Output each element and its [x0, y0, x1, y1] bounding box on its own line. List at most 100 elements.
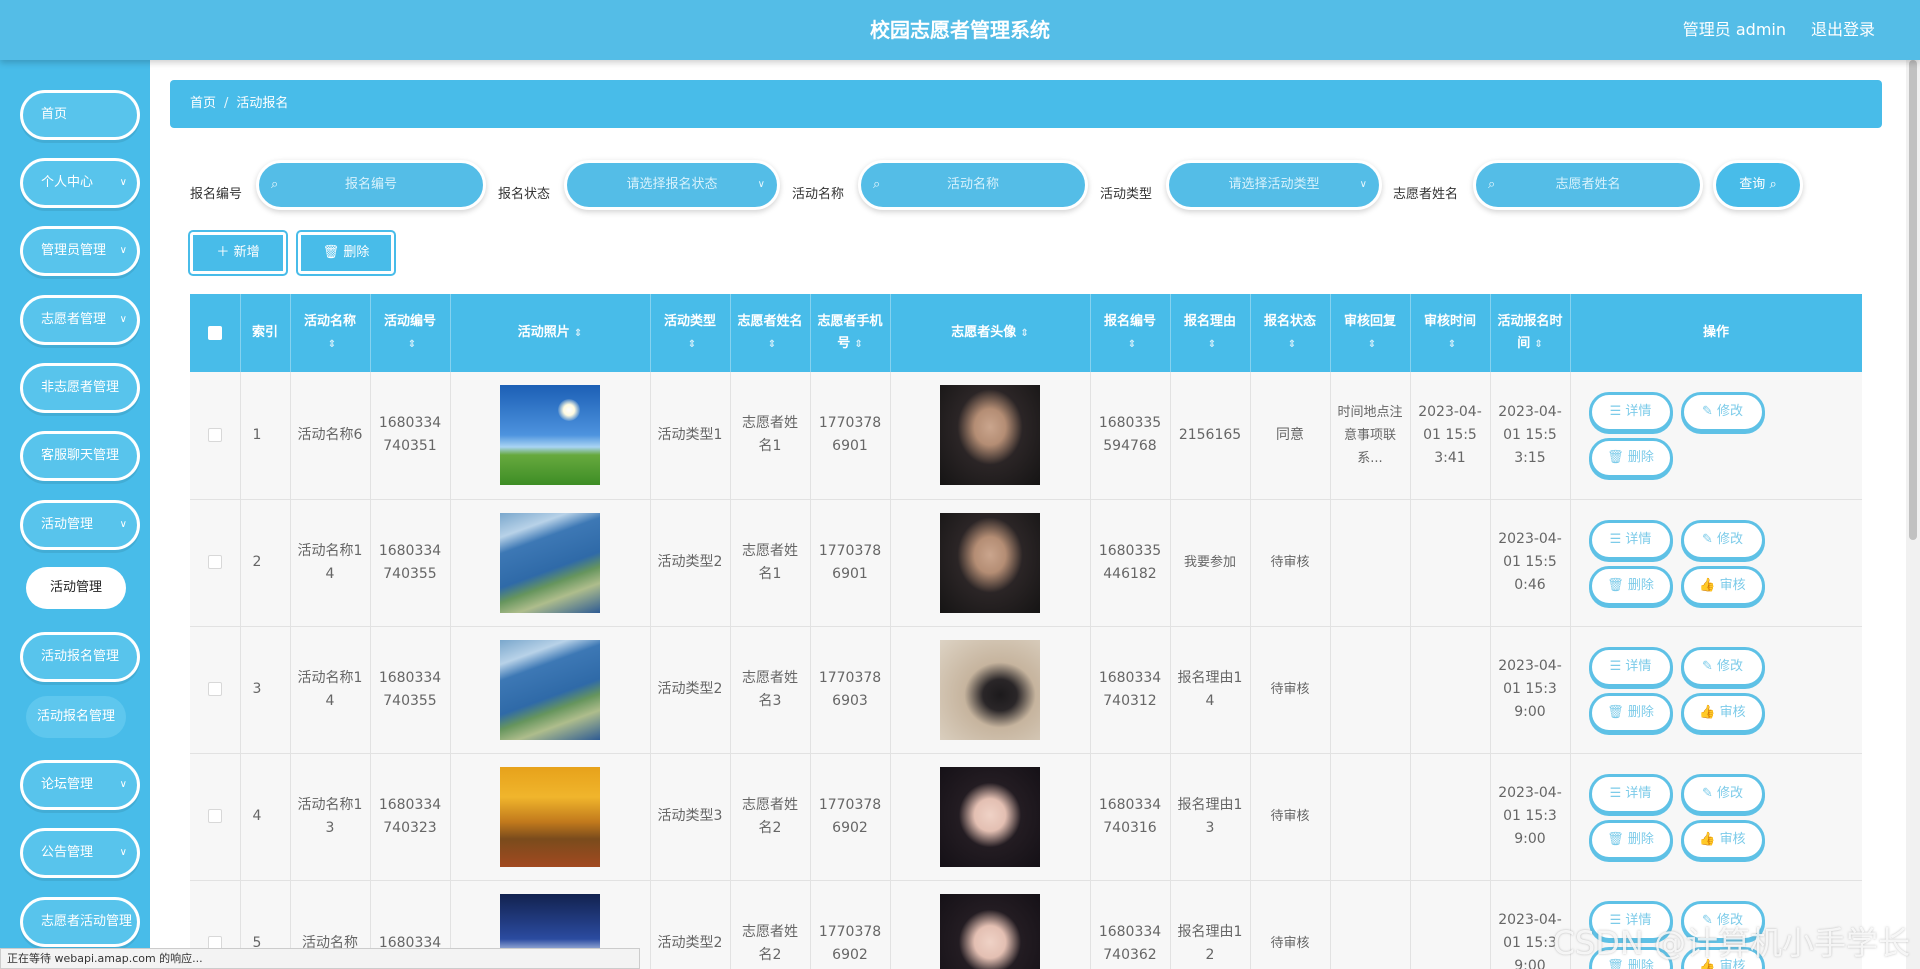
header-volunteer-name[interactable]: 志愿者姓名⇕: [730, 294, 811, 372]
edit-button[interactable]: ✎ 修改: [1680, 392, 1765, 433]
sort-icon[interactable]: ⇕: [1288, 339, 1296, 350]
activity-photo[interactable]: [500, 512, 600, 613]
detail-button[interactable]: ☰ 详情: [1588, 519, 1673, 560]
header-audit-reply[interactable]: 审核回复 ⇕: [1330, 294, 1411, 372]
row-checkbox[interactable]: [207, 555, 222, 569]
cell-volunteer-name: 志愿者姓名1: [730, 499, 811, 627]
sort-icon[interactable]: ⇕: [1534, 339, 1542, 350]
sort-icon[interactable]: ⇕: [1368, 339, 1376, 350]
cell-activity-code: 1680334740355: [370, 499, 451, 627]
volunteer-avatar[interactable]: [940, 766, 1040, 867]
sort-icon[interactable]: ⇕: [408, 339, 416, 350]
sort-icon[interactable]: ⇕: [854, 339, 862, 350]
sidebar-item-notice-management[interactable]: 公告管理 ∨: [20, 828, 140, 878]
header-activity-name[interactable]: 活动名称 ⇕: [290, 294, 371, 372]
sidebar-item-volunteer-management[interactable]: 志愿者管理 ∨: [20, 295, 140, 345]
document-icon: ☰: [1609, 658, 1622, 674]
sort-icon[interactable]: ⇕: [688, 339, 696, 350]
delete-button[interactable]: 🗑 删除: [1588, 438, 1673, 479]
header-activity-code[interactable]: 活动编号 ⇕: [370, 294, 451, 372]
edit-button[interactable]: ✎ 修改: [1680, 773, 1765, 814]
sidebar-subitem-activity-signup-management[interactable]: 活动报名管理: [26, 696, 126, 738]
table-header-row: 索引 活动名称 ⇕ 活动编号 ⇕ 活动照片 ⇕ 活动类型 ⇕ 志愿者姓名⇕ 志愿者手机号…: [190, 294, 1862, 372]
activity-photo[interactable]: [500, 385, 600, 486]
select-all-checkbox[interactable]: [207, 325, 222, 340]
sidebar-item-personal-center[interactable]: 个人中心 ∨: [20, 158, 140, 208]
top-bar: 校园志愿者管理系统 管理员 admin 退出登录: [0, 0, 1920, 60]
activity-photo[interactable]: [500, 766, 600, 867]
batch-delete-button[interactable]: 🗑 删除: [298, 232, 394, 274]
cell-volunteer-name: 志愿者姓名2: [730, 753, 811, 881]
sort-icon[interactable]: ⇕: [328, 339, 336, 350]
header-activity-type[interactable]: 活动类型 ⇕: [650, 294, 731, 372]
cell-operations: ☰ 详情 ✎ 修改🗑 删除: [1570, 372, 1862, 500]
breadcrumb-home[interactable]: 首页: [190, 96, 216, 111]
cell-signup-status: 待审核: [1250, 880, 1331, 969]
header-signup-reason[interactable]: 报名理由 ⇕: [1170, 294, 1251, 372]
header-signup-status[interactable]: 报名状态 ⇕: [1250, 294, 1331, 372]
pencil-icon: ✎: [1701, 404, 1713, 420]
audit-button[interactable]: 👍 审核: [1680, 692, 1765, 733]
cell-activity-name: 活动名称6: [290, 372, 371, 500]
sidebar-item-admin-management[interactable]: 管理员管理 ∨: [20, 226, 140, 276]
sort-icon[interactable]: ⇕: [768, 339, 776, 350]
detail-button[interactable]: ☰ 详情: [1588, 773, 1673, 814]
row-checkbox[interactable]: [207, 809, 222, 823]
sidebar-item-activity-signup-management[interactable]: 活动报名管理: [20, 632, 140, 682]
sidebar-item-activity-management[interactable]: 活动管理 ∨: [20, 500, 140, 550]
filter-label-activity-type: 活动类型: [1100, 187, 1153, 202]
volunteer-name-input[interactable]: ⌕ 志愿者姓名: [1473, 160, 1703, 210]
header-apply-time[interactable]: 活动报名时间 ⇕: [1490, 294, 1571, 372]
page-scrollbar[interactable]: [1906, 60, 1920, 969]
header-activity-photo[interactable]: 活动照片 ⇕: [450, 294, 651, 372]
add-button[interactable]: ＋ 新增: [190, 232, 286, 274]
sort-icon[interactable]: ⇕: [1128, 339, 1136, 350]
detail-button[interactable]: ☰ 详情: [1588, 646, 1673, 687]
sidebar-item-volunteer-activity-management[interactable]: 志愿者活动管理: [20, 897, 140, 947]
logout-link[interactable]: 退出登录: [1811, 0, 1875, 60]
cell-activity-type: 活动类型2: [650, 880, 731, 969]
sidebar-item-home[interactable]: 首页: [20, 90, 140, 140]
sidebar-item-chat-management[interactable]: 客服聊天管理: [20, 431, 140, 481]
chevron-down-icon: ∨: [119, 314, 127, 325]
row-checkbox[interactable]: [207, 427, 222, 442]
header-volunteer-phone[interactable]: 志愿者手机号 ⇕: [810, 294, 891, 372]
signup-number-input[interactable]: ⌕ 报名编号: [256, 160, 486, 210]
header-audit-time[interactable]: 审核时间 ⇕: [1410, 294, 1491, 372]
sidebar-item-forum-management[interactable]: 论坛管理 ∨: [20, 760, 140, 810]
signup-status-select[interactable]: 请选择报名状态 ∨: [564, 160, 780, 210]
activity-name-input[interactable]: ⌕ 活动名称: [858, 160, 1088, 210]
header-operations: 操作: [1570, 294, 1862, 372]
table-row: 1 活动名称6 1680334740351 活动类型1 志愿者姓名1 17703…: [190, 372, 1862, 500]
audit-button[interactable]: 👍 审核: [1680, 565, 1765, 606]
sort-icon[interactable]: ⇕: [574, 328, 582, 339]
sort-icon[interactable]: ⇕: [1020, 328, 1028, 339]
document-icon: ☰: [1609, 531, 1622, 547]
query-button[interactable]: 查询 ⌕: [1713, 160, 1803, 210]
volunteer-avatar[interactable]: [940, 893, 1040, 969]
delete-button[interactable]: 🗑 删除: [1588, 565, 1673, 606]
scrollbar-thumb[interactable]: [1909, 60, 1917, 540]
row-checkbox[interactable]: [207, 682, 222, 696]
sidebar-subitem-activity-management[interactable]: 活动管理: [26, 567, 126, 609]
chevron-down-icon: ∨: [757, 179, 765, 190]
search-icon: ⌕: [1488, 177, 1496, 192]
audit-button[interactable]: 👍 审核: [1680, 819, 1765, 860]
cell-activity-type: 活动类型2: [650, 626, 731, 754]
activity-type-select[interactable]: 请选择活动类型 ∨: [1166, 160, 1382, 210]
header-signup-number[interactable]: 报名编号 ⇕: [1090, 294, 1171, 372]
volunteer-avatar[interactable]: [940, 639, 1040, 740]
edit-button[interactable]: ✎ 修改: [1680, 519, 1765, 560]
volunteer-avatar[interactable]: [940, 512, 1040, 613]
edit-button[interactable]: ✎ 修改: [1680, 646, 1765, 687]
detail-button[interactable]: ☰ 详情: [1588, 392, 1673, 433]
sort-icon[interactable]: ⇕: [1208, 339, 1216, 350]
header-select-all[interactable]: [190, 294, 241, 372]
sort-icon[interactable]: ⇕: [1448, 339, 1456, 350]
delete-button[interactable]: 🗑 删除: [1588, 819, 1673, 860]
delete-button[interactable]: 🗑 删除: [1588, 692, 1673, 733]
sidebar-item-non-volunteer-management[interactable]: 非志愿者管理: [20, 363, 140, 413]
volunteer-avatar[interactable]: [940, 385, 1040, 486]
header-volunteer-avatar[interactable]: 志愿者头像 ⇕: [890, 294, 1091, 372]
activity-photo[interactable]: [500, 639, 600, 740]
